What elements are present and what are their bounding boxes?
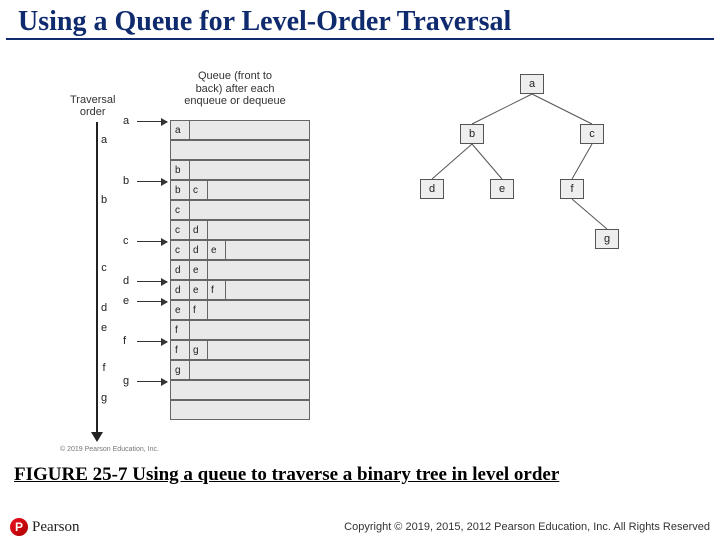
- queue-cell: d: [193, 225, 203, 236]
- queue-state-row: f: [170, 320, 310, 340]
- queue-state-row: aa: [170, 120, 310, 140]
- tree-edge: [572, 144, 592, 179]
- step-letter: a: [123, 115, 129, 127]
- tree-edge: [472, 94, 532, 124]
- queue-cell: c: [175, 225, 185, 236]
- queue-state-row: c: [170, 200, 310, 220]
- queue-cell: b: [175, 165, 185, 176]
- figure-micro-credit: © 2019 Pearson Education, Inc.: [60, 446, 159, 453]
- enqueue-arrow-icon: [137, 301, 167, 302]
- traversal-letter: g: [101, 392, 107, 404]
- tree-node: c: [580, 124, 604, 144]
- queue-cell: f: [211, 285, 221, 296]
- step-letter: e: [123, 295, 129, 307]
- queue-cell: b: [175, 185, 185, 196]
- queue-state-row: [170, 140, 310, 160]
- queue-states-column: aabbcbccdcdecdedefdefeffgfgg: [170, 120, 310, 420]
- queue-cell: c: [193, 185, 203, 196]
- step-letter: c: [123, 235, 129, 247]
- queue-state-row: de: [170, 260, 310, 280]
- queue-cell: c: [175, 205, 185, 216]
- queue-cell: f: [193, 305, 203, 316]
- tree-node: a: [520, 74, 544, 94]
- queue-cell: g: [175, 365, 185, 376]
- enqueue-arrow-icon: [137, 241, 167, 242]
- step-letter: d: [123, 275, 129, 287]
- binary-tree-diagram: a b c d e f g: [400, 74, 660, 274]
- traversal-letter: d: [101, 302, 107, 314]
- traversal-letter: b: [101, 194, 107, 206]
- traversal-letter: c: [101, 262, 107, 274]
- figure-caption: FIGURE 25-7 Using a queue to traverse a …: [0, 462, 720, 486]
- tree-node: e: [490, 179, 514, 199]
- queue-cell: e: [175, 305, 185, 316]
- queue-cell: g: [193, 345, 203, 356]
- tree-edge: [532, 94, 592, 124]
- tree-edge: [572, 199, 607, 229]
- queue-cell: d: [175, 285, 185, 296]
- queue-state-row: defd: [170, 280, 310, 300]
- figure-area: Traversalorder abcdefg Queue (front toba…: [0, 44, 720, 462]
- enqueue-arrow-icon: [137, 341, 167, 342]
- tree-node: d: [420, 179, 444, 199]
- tree-node: f: [560, 179, 584, 199]
- step-letter: f: [123, 335, 126, 347]
- enqueue-arrow-icon: [137, 281, 167, 282]
- queue-cell: e: [193, 265, 203, 276]
- slide-title: Using a Queue for Level-Order Traversal: [6, 0, 714, 40]
- tree-node: g: [595, 229, 619, 249]
- tree-edge: [472, 144, 502, 179]
- queue-state-row: g: [170, 380, 310, 400]
- queue-state-row: bcb: [170, 180, 310, 200]
- tree-edge: [432, 144, 472, 179]
- step-letter: b: [123, 175, 129, 187]
- traversal-order-label: Traversalorder: [70, 94, 115, 118]
- traversal-letter: f: [102, 362, 105, 374]
- pearson-logo-icon: P: [10, 518, 28, 536]
- enqueue-arrow-icon: [137, 381, 167, 382]
- queue-cell: f: [175, 345, 185, 356]
- pearson-logo-text: Pearson: [32, 519, 80, 536]
- queue-cell: d: [175, 265, 185, 276]
- queue-cell: c: [175, 245, 185, 256]
- queue-state-row: cd: [170, 220, 310, 240]
- tree-edges: [400, 74, 660, 274]
- queue-cell: f: [175, 325, 185, 336]
- queue-state-row: [170, 400, 310, 420]
- queue-state-row: fgf: [170, 340, 310, 360]
- queue-cell: e: [193, 285, 203, 296]
- queue-state-row: g: [170, 360, 310, 380]
- queue-cell: a: [175, 125, 185, 136]
- queue-state-row: efe: [170, 300, 310, 320]
- queue-cell: e: [211, 245, 221, 256]
- copyright-text: Copyright © 2019, 2015, 2012 Pearson Edu…: [344, 521, 710, 533]
- traversal-letter: a: [101, 134, 107, 146]
- traversal-letter: e: [101, 322, 107, 334]
- traversal-direction-arrow: [96, 122, 98, 440]
- tree-node: b: [460, 124, 484, 144]
- step-letter: g: [123, 375, 129, 387]
- queue-state-row: cdec: [170, 240, 310, 260]
- queue-state-row: b: [170, 160, 310, 180]
- queue-cell: d: [193, 245, 203, 256]
- queue-column-header: Queue (front toback) after eachenqueue o…: [170, 70, 300, 108]
- pearson-logo: P Pearson: [10, 518, 80, 536]
- enqueue-arrow-icon: [137, 121, 167, 122]
- slide-footer: P Pearson Copyright © 2019, 2015, 2012 P…: [0, 518, 720, 536]
- enqueue-arrow-icon: [137, 181, 167, 182]
